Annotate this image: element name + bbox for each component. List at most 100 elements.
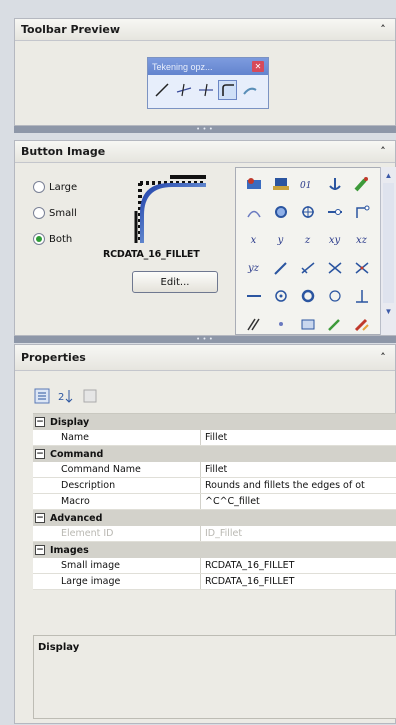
arc-icon[interactable] — [240, 198, 267, 226]
collapse-minus-icon[interactable]: − — [35, 513, 45, 523]
radio-label: Large — [49, 181, 78, 193]
cross-icon[interactable] — [321, 254, 348, 282]
property-value[interactable]: RCDATA_16_FILLET — [201, 574, 396, 589]
point-icon[interactable] — [267, 310, 294, 334]
splitter-handle[interactable]: • • • — [14, 126, 396, 133]
collapse-icon[interactable]: ˄ — [377, 23, 389, 36]
category-advanced[interactable]: − Advanced — [33, 510, 396, 526]
corner-icon[interactable] — [348, 198, 375, 226]
ucs-x-icon[interactable]: x — [240, 226, 267, 254]
radio-label: Both — [49, 233, 73, 245]
trim-icon[interactable] — [174, 80, 193, 100]
perpendicular-icon[interactable] — [348, 282, 375, 310]
ucs-yz-icon[interactable]: yz — [240, 254, 267, 282]
array-icon[interactable]: 01 — [294, 170, 321, 198]
category-label: Images — [50, 544, 89, 556]
property-value[interactable]: RCDATA_16_FILLET — [201, 558, 396, 573]
properties-title: Properties — [21, 351, 86, 364]
scroll-down-icon[interactable]: ▼ — [381, 303, 396, 319]
property-pages-icon[interactable] — [81, 387, 99, 405]
property-row[interactable]: Macro ^C^C_fillet — [33, 494, 396, 510]
brush-icon[interactable] — [348, 170, 375, 198]
line-icon[interactable] — [152, 80, 171, 100]
property-row[interactable]: Small image RCDATA_16_FILLET — [33, 558, 396, 574]
property-row[interactable]: Name Fillet — [33, 430, 396, 446]
mini-toolbar-titlebar[interactable]: Tekening opz... ✕ — [148, 58, 268, 75]
erase-icon[interactable] — [348, 310, 375, 334]
horizontal-line-icon[interactable] — [240, 282, 267, 310]
dimension-icon[interactable] — [240, 170, 267, 198]
property-key: Command Name — [33, 462, 201, 477]
property-key: Macro — [33, 494, 201, 509]
property-value[interactable]: Fillet — [201, 430, 396, 445]
button-image-header[interactable]: Button Image ˄ — [15, 141, 395, 163]
target-icon[interactable] — [294, 198, 321, 226]
category-display[interactable]: − Display — [33, 414, 396, 430]
close-icon[interactable]: ✕ — [252, 61, 264, 72]
category-command[interactable]: − Command — [33, 446, 396, 462]
splitter-handle[interactable]: • • • — [14, 336, 396, 343]
mini-toolbar[interactable]: Tekening opz... ✕ — [147, 57, 269, 109]
scroll-thumb[interactable] — [383, 183, 394, 303]
radio-both[interactable]: Both — [33, 233, 72, 245]
region-icon[interactable] — [294, 310, 321, 334]
link-icon[interactable] — [321, 198, 348, 226]
scroll-up-icon[interactable]: ▲ — [381, 167, 396, 183]
svg-text:01: 01 — [300, 181, 311, 191]
collapse-icon[interactable]: ˄ — [377, 351, 389, 364]
fillet-icon[interactable] — [218, 80, 237, 100]
ucs-xy-icon[interactable]: xy — [321, 226, 348, 254]
collapse-icon[interactable]: ˄ — [377, 145, 389, 158]
property-key: Description — [33, 478, 201, 493]
hatch-icon[interactable] — [240, 310, 267, 334]
ucs-y-icon[interactable]: y — [267, 226, 294, 254]
radio-small[interactable]: Small — [33, 207, 77, 219]
property-value[interactable]: Rounds and fillets the edges of ot — [201, 478, 396, 493]
chamfer-icon[interactable] — [240, 80, 259, 100]
toolbar-preview-header[interactable]: Toolbar Preview ˄ — [15, 19, 395, 41]
category-images[interactable]: − Images — [33, 542, 396, 558]
description-title: Display — [38, 642, 80, 653]
property-key: Name — [33, 430, 201, 445]
property-row[interactable]: Description Rounds and fillets the edges… — [33, 478, 396, 494]
ucs-xz-icon[interactable]: xz — [348, 226, 375, 254]
description-box: Display — [33, 635, 396, 719]
property-key: Element ID — [33, 526, 201, 541]
properties-panel: Properties ˄ 2 − Display Name Fillet − C… — [14, 344, 396, 724]
toolbar-preview-title: Toolbar Preview — [21, 23, 120, 36]
property-row[interactable]: Large image RCDATA_16_FILLET — [33, 574, 396, 590]
cross-alt-icon[interactable] — [348, 254, 375, 282]
svg-text:2: 2 — [58, 392, 64, 403]
radio-large[interactable]: Large — [33, 181, 77, 193]
collapse-minus-icon[interactable]: − — [35, 545, 45, 555]
collapse-minus-icon[interactable]: − — [35, 417, 45, 427]
ring-icon[interactable] — [294, 282, 321, 310]
categorized-icon[interactable] — [33, 387, 51, 405]
circle-dot-icon[interactable] — [267, 282, 294, 310]
mini-toolbar-tools — [148, 75, 268, 105]
icon-grid-scrollbar[interactable]: ▲ ▼ — [380, 167, 396, 335]
radio-button[interactable] — [33, 181, 45, 193]
property-value: ID_Fillet — [205, 528, 243, 539]
property-key: Small image — [33, 558, 201, 573]
radio-button[interactable] — [33, 233, 45, 245]
alphabetical-icon[interactable]: 2 — [57, 387, 75, 405]
diagonal-icon[interactable] — [294, 254, 321, 282]
radio-button[interactable] — [33, 207, 45, 219]
properties-header[interactable]: Properties ˄ — [15, 345, 395, 371]
extend-icon[interactable] — [196, 80, 215, 100]
circle-icon[interactable] — [321, 282, 348, 310]
stamp-icon[interactable] — [267, 170, 294, 198]
anchor-icon[interactable] — [321, 170, 348, 198]
property-value[interactable]: ^C^C_fillet — [201, 494, 396, 509]
edit-button[interactable]: Edit... — [132, 271, 218, 293]
property-key: Large image — [33, 574, 201, 589]
edit-pencil-icon[interactable] — [321, 310, 348, 334]
property-value[interactable]: Fillet — [201, 462, 396, 477]
ucs-z-icon[interactable]: z — [294, 226, 321, 254]
pen-icon[interactable] — [267, 254, 294, 282]
collapse-minus-icon[interactable]: − — [35, 449, 45, 459]
button-image-title: Button Image — [21, 145, 106, 158]
spiral-icon[interactable] — [267, 198, 294, 226]
property-row[interactable]: Command Name Fillet — [33, 462, 396, 478]
